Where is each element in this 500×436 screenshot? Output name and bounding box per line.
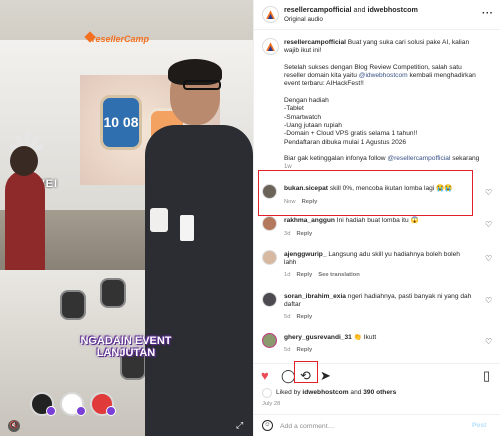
comment-body: bukan.sicepat skill 0%, mencoba ikutan l… — [284, 185, 474, 193]
commenter-username[interactable]: rakhma_anggun — [284, 217, 335, 224]
comment-text: 👏 Ikutt — [351, 334, 377, 341]
caption-line-3b: sekarang — [450, 155, 480, 163]
comment-body: ajenggwurip_ Langsung adu skill yu hadia… — [284, 251, 474, 267]
add-comment-bar: ☺ Post — [254, 414, 500, 436]
comment-item: soran_ibrahim_exia ngeri hadiahnya, past… — [254, 292, 500, 326]
comment-like-heart-icon[interactable]: ♡ — [485, 188, 492, 197]
likes-summary: Liked by idwebhostcom and 390 others — [254, 387, 500, 401]
caption-author-avatar[interactable] — [262, 38, 279, 55]
reply-button[interactable]: Reply — [296, 272, 312, 278]
comment-meta: 5d Reply — [284, 314, 312, 320]
comment-age: 1d — [284, 272, 291, 278]
post-comment-button[interactable]: Post — [472, 422, 486, 429]
caption-body: Dengan hadiah -Tablet -Smartwatch -Uang … — [284, 97, 418, 146]
mute-icon[interactable]: 🔇 — [8, 420, 20, 432]
reply-button[interactable]: Reply — [296, 231, 312, 237]
brand-watermark: resellerCamp — [92, 34, 150, 44]
comment-like-heart-icon[interactable]: ♡ — [485, 296, 492, 305]
comment-like-heart-icon[interactable]: ♡ — [485, 254, 492, 263]
comment-item: ajenggwurip_ Langsung adu skill yu hadia… — [254, 250, 500, 284]
comment-item: rakhma_anggun Ini hadiah buat lomba itu … — [254, 216, 500, 250]
commenter-username[interactable]: ajenggwurip_ — [284, 251, 327, 258]
author-names: resellercampofficial and idwebhostcom — [284, 5, 418, 14]
resellercamp-logo-icon — [266, 41, 275, 51]
reply-button[interactable]: Reply — [296, 347, 312, 353]
comment-age: 5d — [284, 347, 291, 353]
comment-item: bukan.sicepat skill 0%, mencoba ikutan l… — [254, 184, 500, 218]
comment-meta: 5d Reply — [284, 347, 312, 353]
expand-icon[interactable]: ⤢ — [236, 420, 243, 431]
commenter-avatar[interactable] — [262, 333, 277, 348]
commenter-username[interactable]: bukan.sicepat — [284, 185, 328, 192]
watch-display-blue: 10 08 — [100, 95, 142, 150]
reply-button[interactable]: Reply — [296, 314, 312, 320]
reel-video[interactable]: resellerCamp HUAWEI 10 08 10 08 NGADAIN … — [0, 0, 253, 436]
comment-meta: 3d Reply — [284, 231, 312, 237]
commenter-avatar[interactable] — [262, 292, 277, 307]
caption-username[interactable]: resellercampofficial — [284, 39, 346, 46]
save-bookmark-icon[interactable]: ▯ — [483, 369, 490, 382]
caption-text: resellercampofficial Buat yang suka cari… — [284, 39, 484, 163]
coauthor-username[interactable]: idwebhostcom — [368, 5, 418, 14]
post-header: resellercampofficial and idwebhostcom Or… — [254, 0, 500, 30]
comment-body: ghery_gusrevandi_31 👏 Ikutt — [284, 334, 474, 342]
author-avatar[interactable] — [262, 6, 279, 23]
liker-avatar[interactable] — [262, 388, 272, 398]
cup — [150, 208, 168, 232]
audio-label[interactable]: Original audio — [284, 16, 323, 23]
sticker-avatar — [90, 392, 116, 416]
and-text: and — [353, 5, 366, 14]
highlighted-repost-box — [294, 361, 318, 383]
comment-like-heart-icon[interactable]: ♡ — [485, 220, 492, 229]
sticker-avatar — [30, 392, 56, 416]
comment-text: skill 0%, mencoba ikutan lomba lagi 😭😭 — [327, 185, 453, 192]
post-date: July 28 — [262, 401, 281, 407]
commenter-avatar[interactable] — [262, 184, 277, 199]
like-heart-icon[interactable]: ♥ — [261, 369, 269, 382]
commenter-username[interactable]: soran_ibrahim_exia — [284, 293, 346, 300]
post-panel: resellercampofficial and idwebhostcom Or… — [253, 0, 500, 436]
comment-meta: 1d Reply See translation — [284, 272, 360, 278]
commenter-avatar[interactable] — [262, 216, 277, 231]
caption-line-3a: Biar gak ketinggalan infonya follow — [284, 155, 388, 163]
comment-age: 5d — [284, 314, 291, 320]
more-options-icon[interactable]: ··· — [482, 8, 494, 19]
likes-text[interactable]: Liked by idwebhostcom and 390 others — [276, 389, 396, 396]
liker-username[interactable]: idwebhostcom — [302, 389, 348, 396]
reply-button[interactable]: Reply — [302, 199, 318, 205]
see-translation-button[interactable]: See translation — [318, 272, 360, 278]
comment-like-heart-icon[interactable]: ♡ — [485, 337, 492, 346]
comment-input[interactable] — [280, 419, 470, 433]
comment-age: Now — [284, 199, 296, 205]
sticker-logo — [60, 392, 86, 416]
comment-text: Ini hadiah buat lomba itu 😱 — [334, 217, 419, 224]
comment-age: 3d — [284, 231, 291, 237]
emoji-picker-icon[interactable]: ☺ — [262, 420, 273, 431]
video-overlay-caption: NGADAIN EVENT LANJUTAN — [80, 335, 172, 359]
sticker-row — [30, 392, 116, 416]
likes-mid: and — [348, 389, 364, 396]
likes-count[interactable]: 390 others — [363, 389, 396, 396]
likes-prefix: Liked by — [276, 389, 303, 396]
resellercamp-logo-icon — [266, 9, 275, 19]
commenter-username[interactable]: ghery_gusrevandi_31 — [284, 334, 352, 341]
comment-body: soran_ibrahim_exia ngeri hadiahnya, past… — [284, 293, 474, 309]
presenter — [145, 55, 253, 436]
mention-link[interactable]: @resellercampofficial — [387, 155, 450, 162]
commenter-avatar[interactable] — [262, 250, 277, 265]
comment-body: rakhma_anggun Ini hadiah buat lomba itu … — [284, 217, 474, 225]
mention-link[interactable]: @idwebhostcom — [359, 72, 408, 79]
comment-meta: Now Reply — [284, 199, 317, 205]
author-username[interactable]: resellercampofficial — [284, 5, 352, 14]
comment-item: ghery_gusrevandi_31 👏 Ikutt 5d Reply ♡ — [254, 333, 500, 367]
share-send-icon[interactable]: ➤ — [320, 369, 331, 382]
